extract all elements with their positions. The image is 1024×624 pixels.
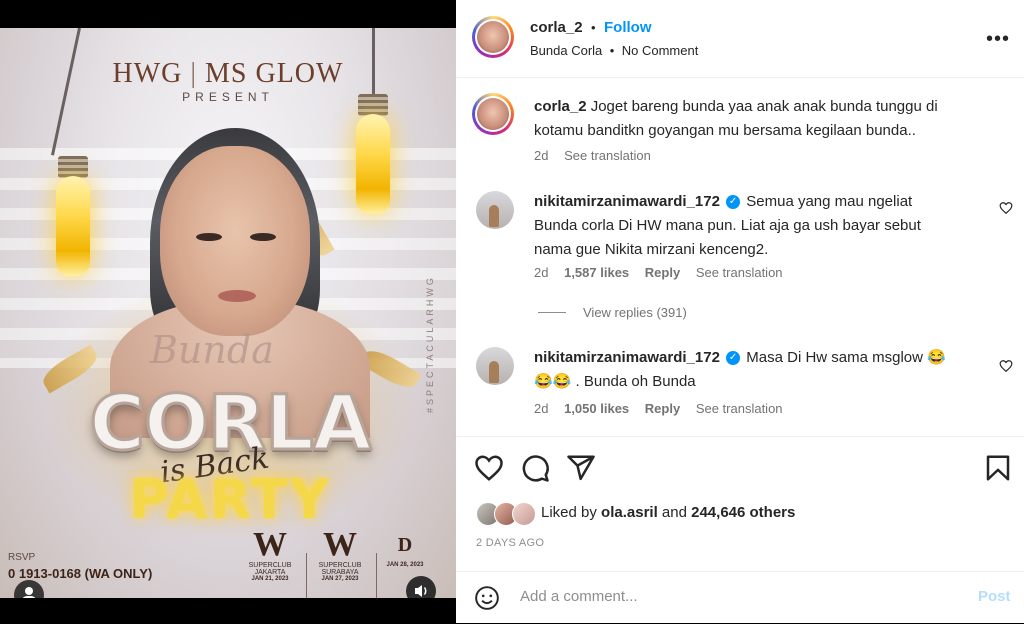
add-comment-bar: Add a comment... Post — [456, 571, 1024, 624]
post-comment-button[interactable]: Post — [978, 588, 1011, 605]
venue-city: SURABAYA — [321, 569, 359, 576]
emoji-icon[interactable] — [474, 585, 500, 611]
rsvp-label: RSVP — [8, 552, 36, 563]
header-title-row: corla_2 • Follow — [530, 19, 652, 37]
reply-button[interactable]: Reply — [645, 401, 680, 416]
phone-number: 0 1913-0168 (WA ONLY) — [8, 566, 153, 581]
share-icon[interactable] — [566, 453, 596, 483]
liked-by-middle: and — [661, 504, 687, 521]
bulb-cap — [58, 156, 88, 178]
header-dot: • — [591, 20, 596, 35]
comment-meta: 2d 1,050 likes Reply See translation — [534, 401, 783, 416]
liked-by-text: Liked by ola.asril and 244,646 others — [541, 504, 795, 521]
caption-meta: 2d See translation — [534, 148, 651, 163]
post-image[interactable]: HWG | MS GLOW PRESENT Bunda CORLA is Bac… — [0, 28, 456, 598]
reply-button[interactable]: Reply — [645, 265, 680, 280]
comment-text: nikitamirzanimawardi_172 ✓ Semua yang ma… — [534, 190, 954, 262]
comment-like-heart-icon[interactable] — [999, 201, 1013, 215]
venue-date: JAN 28, 2023 — [386, 562, 424, 568]
portrait-eye — [196, 233, 222, 241]
user-tag-icon[interactable] — [14, 580, 44, 598]
comment-likes[interactable]: 1,587 likes — [564, 265, 629, 280]
comment-translate[interactable]: See translation — [696, 265, 783, 280]
comment-username[interactable]: nikitamirzanimawardi_172 — [534, 349, 720, 366]
comment-text: nikitamirzanimawardi_172 ✓ Masa Di Hw sa… — [534, 346, 954, 394]
venue-third: D JAN 28, 2023 — [380, 528, 430, 568]
header-subtitle-left[interactable]: Bunda Corla — [530, 43, 602, 58]
liked-by-count[interactable]: 244,646 others — [691, 504, 795, 521]
portrait-face — [160, 146, 310, 336]
view-replies-button[interactable]: View replies (391) — [583, 305, 687, 320]
portrait-eye — [250, 233, 276, 241]
venue-date: JAN 27, 2023 — [321, 576, 359, 582]
post-timestamp[interactable]: 2 DAYS AGO — [476, 537, 544, 549]
bulb-cap — [358, 94, 388, 116]
script-title: Bunda — [150, 328, 274, 372]
caption-translate[interactable]: See translation — [564, 148, 651, 163]
comment-meta: 2d 1,587 likes Reply See translation — [534, 265, 783, 280]
caption-time[interactable]: 2d — [534, 148, 548, 163]
post-header: corla_2 • Follow Bunda Corla • No Commen… — [456, 0, 1024, 78]
venue-logo: D — [397, 534, 413, 556]
venue-name: SUPERCLUB — [318, 562, 362, 569]
venue-date: JAN 21, 2023 — [251, 576, 289, 582]
header-subtitle-row: Bunda Corla • No Comment — [530, 42, 698, 60]
comment-translate[interactable]: See translation — [696, 401, 783, 416]
brand-hwg: HWG — [112, 58, 183, 89]
caption-username[interactable]: corla_2 — [534, 98, 587, 115]
venue-city: JAKARTA — [254, 569, 286, 576]
header-subtitle-dot: • — [609, 43, 615, 58]
venue-name: SUPERCLUB — [248, 562, 292, 569]
liker-avatar — [512, 502, 536, 526]
venue-surabaya: W SUPERCLUB SURABAYA JAN 27, 2023 — [310, 526, 370, 583]
follow-button[interactable]: Follow — [604, 19, 652, 36]
light-bulb-icon — [356, 114, 390, 214]
liked-by-prefix: Liked by — [541, 504, 597, 521]
heart-icon[interactable] — [474, 453, 504, 483]
venue-logo: W — [253, 526, 287, 563]
author-avatar[interactable] — [472, 16, 514, 58]
caption-body: Joget bareng bunda yaa anak anak bunda t… — [534, 98, 938, 139]
liked-by-user[interactable]: ola.asril — [601, 504, 658, 521]
post-details-panel: corla_2 • Follow Bunda Corla • No Commen… — [456, 0, 1024, 623]
comment-username[interactable]: nikitamirzanimawardi_172 — [534, 193, 720, 210]
verified-badge-icon: ✓ — [726, 195, 741, 210]
bulb-cord — [372, 28, 375, 96]
commenter-avatar[interactable] — [476, 347, 514, 385]
comment-time[interactable]: 2d — [534, 265, 548, 280]
hashtag-text: #SPECTACULARHWG — [425, 275, 435, 413]
more-options-icon[interactable]: ••• — [986, 28, 1010, 51]
liked-by-avatars[interactable] — [476, 502, 538, 526]
portrait-lips — [218, 290, 256, 302]
volume-icon[interactable] — [406, 576, 436, 598]
venue-divider — [306, 553, 307, 598]
venue-divider — [376, 553, 377, 598]
comment-like-heart-icon[interactable] — [999, 359, 1013, 373]
caption-text: corla_2 Joget bareng bunda yaa anak anak… — [534, 95, 974, 143]
verified-badge-icon: ✓ — [726, 351, 741, 366]
brand-ms-glow: MS GLOW — [205, 58, 344, 89]
comment-likes[interactable]: 1,050 likes — [564, 401, 629, 416]
comment-time[interactable]: 2d — [534, 401, 548, 416]
audio-label[interactable]: No Comment — [622, 43, 699, 58]
light-bulb-icon — [56, 176, 90, 276]
commenter-avatar[interactable] — [476, 191, 514, 229]
caption-avatar[interactable] — [472, 93, 514, 135]
comment-icon[interactable] — [520, 453, 550, 483]
author-username[interactable]: corla_2 — [530, 19, 583, 36]
party-text: PARTY — [129, 468, 331, 531]
venue-logo: W — [323, 526, 357, 563]
actions-divider — [456, 436, 1024, 438]
comment-input[interactable]: Add a comment... — [520, 588, 638, 605]
replies-divider — [538, 312, 566, 313]
bookmark-icon[interactable] — [983, 453, 1013, 483]
venue-jakarta: W SUPERCLUB JAKARTA JAN 21, 2023 — [240, 526, 300, 583]
